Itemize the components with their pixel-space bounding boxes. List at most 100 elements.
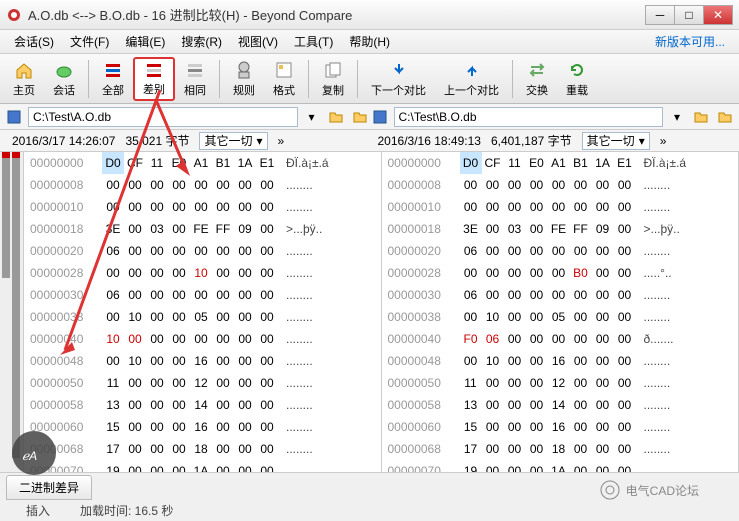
right-hex-pane[interactable]: 00000000D0CF11E0A1B11AE1ÐÏ.à¡±.á00000008… xyxy=(382,152,739,472)
left-open-button[interactable] xyxy=(326,107,346,127)
left-dropdown-button[interactable]: ▾ xyxy=(302,107,322,127)
hex-row[interactable]: 000000380010000005000000........ xyxy=(24,306,381,328)
hex-row[interactable]: 000000100000000000000000........ xyxy=(382,196,739,218)
hex-row[interactable]: 000000183E000300FEFF0900>...þÿ.. xyxy=(24,218,381,240)
hex-row[interactable]: 000000080000000000000000........ xyxy=(24,174,381,196)
hex-row[interactable]: 000000581300000014000000........ xyxy=(382,394,739,416)
home-icon xyxy=(13,60,35,81)
same-button[interactable]: 相同 xyxy=(175,57,215,101)
hex-row[interactable]: 000000501100000012000000........ xyxy=(382,372,739,394)
diff-button[interactable]: 差别 xyxy=(133,57,175,101)
hex-row[interactable]: 000000681700000018000000........ xyxy=(24,438,381,460)
hex-row[interactable]: 000000300600000000000000........ xyxy=(24,284,381,306)
right-date: 2016/3/16 18:49:13 xyxy=(378,134,481,148)
svg-text:ℯA: ℯA xyxy=(22,449,37,463)
all-icon xyxy=(102,60,124,81)
hex-row[interactable]: 00000000D0CF11E0A1B11AE1ÐÏ.à¡±.á xyxy=(24,152,381,174)
hex-row[interactable]: 000000280000000010000000........ xyxy=(24,262,381,284)
info-bar: 2016/3/17 14:26:07 35,021 字节 其它一切▾ » 201… xyxy=(0,130,739,152)
all-button[interactable]: 全部 xyxy=(93,57,133,101)
hex-row[interactable]: 000000601500000016000000........ xyxy=(382,416,739,438)
hex-row[interactable]: 000000200600000000000000........ xyxy=(24,240,381,262)
title-bar: A.O.db <--> B.O.db - 16 进制比较(H) - Beyond… xyxy=(0,0,739,30)
right-dropdown-button[interactable]: ▾ xyxy=(667,107,687,127)
right-open-button[interactable] xyxy=(691,107,711,127)
hex-row[interactable]: 00000000D0CF11E0A1B11AE1ÐÏ.à¡±.á xyxy=(382,152,739,174)
right-filter-combo[interactable]: 其它一切▾ xyxy=(582,132,650,150)
path-bar: ▾ ▾ xyxy=(0,104,739,130)
menu-bar: 会话(S) 文件(F) 编辑(E) 搜索(R) 视图(V) 工具(T) 帮助(H… xyxy=(0,30,739,54)
save-right-button[interactable] xyxy=(370,107,390,127)
watermark-logo: ℯA xyxy=(4,428,74,478)
hex-row[interactable]: 00000070190000001A000000........ xyxy=(24,460,381,472)
reload-button[interactable]: 重载 xyxy=(557,57,597,101)
left-browse-button[interactable] xyxy=(350,107,370,127)
left-size: 35,021 字节 xyxy=(125,132,189,149)
hex-row[interactable]: 000000581300000014000000........ xyxy=(24,394,381,416)
hex-row[interactable]: 000000380010000005000000........ xyxy=(382,306,739,328)
menu-session[interactable]: 会话(S) xyxy=(6,31,62,52)
copy-button[interactable]: 复制 xyxy=(313,57,353,101)
right-browse-button[interactable] xyxy=(715,107,735,127)
rules-icon xyxy=(233,60,255,81)
menu-edit[interactable]: 编辑(E) xyxy=(117,31,173,52)
hex-row[interactable]: 000000183E000300FEFF0900>...þÿ.. xyxy=(382,218,739,240)
left-hex-pane[interactable]: 00000000D0CF11E0A1B11AE1ÐÏ.à¡±.á00000008… xyxy=(24,152,382,472)
format-button[interactable]: 格式 xyxy=(264,57,304,101)
diff-icon xyxy=(143,60,165,80)
menu-tools[interactable]: 工具(T) xyxy=(286,31,341,52)
tab-binary-diff[interactable]: 二进制差异 xyxy=(6,475,92,500)
hex-row[interactable]: 000000300600000000000000........ xyxy=(382,284,739,306)
hex-row[interactable]: 00000070190000001A000000........ xyxy=(382,460,739,472)
watermark-text: 电气CAD论坛 xyxy=(600,480,699,500)
hex-row[interactable]: 000000200600000000000000........ xyxy=(382,240,739,262)
close-button[interactable]: ✕ xyxy=(703,5,733,25)
new-version-link[interactable]: 新版本可用... xyxy=(655,33,733,50)
left-filter-combo[interactable]: 其它一切▾ xyxy=(199,132,267,150)
next-icon xyxy=(388,60,410,81)
swap-icon xyxy=(526,60,548,81)
chevron-down-icon[interactable]: » xyxy=(278,134,285,148)
hex-row[interactable]: 000000480010000016000000........ xyxy=(24,350,381,372)
session-button[interactable]: 会话 xyxy=(44,57,84,101)
save-left-button[interactable] xyxy=(4,107,24,127)
menu-help[interactable]: 帮助(H) xyxy=(341,31,398,52)
toolbar: 主页 会话 全部 差别 相同 规则 格式 复制 下一个对比 上一个对比 交换 重… xyxy=(0,54,739,104)
hex-row[interactable]: 000000080000000000000000........ xyxy=(382,174,739,196)
hex-row[interactable]: 00000040F006000000000000ð....... xyxy=(382,328,739,350)
minimize-button[interactable]: ─ xyxy=(645,5,675,25)
swap-button[interactable]: 交换 xyxy=(517,57,557,101)
menu-file[interactable]: 文件(F) xyxy=(62,31,117,52)
maximize-button[interactable]: □ xyxy=(674,5,704,25)
window-title: A.O.db <--> B.O.db - 16 进制比较(H) - Beyond… xyxy=(28,5,646,24)
hex-area: 00000000D0CF11E0A1B11AE1ÐÏ.à¡±.á00000008… xyxy=(0,152,739,472)
prev-diff-button[interactable]: 上一个对比 xyxy=(435,57,508,101)
copy-icon xyxy=(322,60,344,81)
hex-row[interactable]: 000000681700000018000000........ xyxy=(382,438,739,460)
right-path-input[interactable] xyxy=(394,107,664,127)
app-icon xyxy=(6,7,22,23)
insert-mode: 插入 xyxy=(26,502,50,519)
home-button[interactable]: 主页 xyxy=(4,57,44,101)
load-time: 加载时间: 16.5 秒 xyxy=(80,502,173,519)
hex-row[interactable]: 000000280000000000B00000.....°.. xyxy=(382,262,739,284)
hex-row[interactable]: 000000100000000000000000........ xyxy=(24,196,381,218)
left-path-input[interactable] xyxy=(28,107,298,127)
same-icon xyxy=(184,60,206,81)
left-date: 2016/3/17 14:26:07 xyxy=(12,134,115,148)
format-icon xyxy=(273,60,295,81)
hex-row[interactable]: 000000501100000012000000........ xyxy=(24,372,381,394)
hex-row[interactable]: 000000480010000016000000........ xyxy=(382,350,739,372)
session-icon xyxy=(53,60,75,81)
next-diff-button[interactable]: 下一个对比 xyxy=(362,57,435,101)
reload-icon xyxy=(566,60,588,81)
overview-gutter[interactable] xyxy=(0,152,24,472)
menu-view[interactable]: 视图(V) xyxy=(230,31,286,52)
chevron-down-icon[interactable]: » xyxy=(660,134,667,148)
rules-button[interactable]: 规则 xyxy=(224,57,264,101)
menu-search[interactable]: 搜索(R) xyxy=(173,31,230,52)
right-size: 6,401,187 字节 xyxy=(491,132,572,149)
hex-row[interactable]: 000000401000000000000000........ xyxy=(24,328,381,350)
prev-icon xyxy=(461,60,483,81)
hex-row[interactable]: 000000601500000016000000........ xyxy=(24,416,381,438)
